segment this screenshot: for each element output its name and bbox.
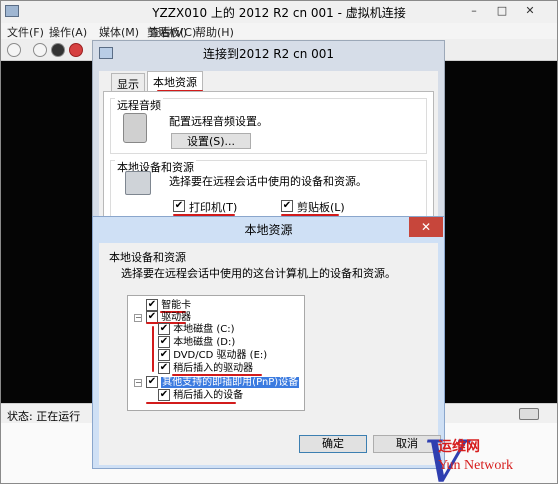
close-button[interactable]: ✕ bbox=[519, 3, 541, 19]
clipboard-checkbox[interactable]: ✔ bbox=[281, 200, 293, 212]
printer-checkbox[interactable]: ✔ bbox=[173, 200, 185, 212]
keyboard-icon bbox=[519, 408, 539, 420]
tab-local-resources[interactable]: 本地资源 bbox=[147, 71, 203, 92]
devices-description: 选择要在远程会话中使用的设备和资源。 bbox=[169, 175, 367, 188]
maximize-button[interactable]: □ bbox=[491, 3, 513, 19]
ctrl-alt-del-icon[interactable] bbox=[7, 43, 21, 57]
dialog-body: 本地设备和资源 选择要在远程会话中使用的这台计算机上的设备和资源。 ✔ 智能卡 … bbox=[99, 243, 441, 465]
tab-display[interactable]: 显示 bbox=[111, 73, 145, 91]
audio-settings-button[interactable]: 设置(S)... bbox=[171, 133, 251, 149]
tree-item-later-drives[interactable]: ✔ 稍后插入的驱动器 bbox=[158, 362, 253, 374]
tree-item-disk-c[interactable]: ✔ 本地磁盘 (C:) bbox=[158, 323, 235, 335]
disk-d-checkbox[interactable]: ✔ bbox=[158, 336, 170, 348]
remote-connection-dialog: 连接到2012 R2 cn 001 显示 本地资源 远程音频 配置远程音频设置。… bbox=[92, 40, 445, 225]
vm-title-bar: YZZX010 上的 2012 R2 cn 001 - 虚拟机连接 – □ ✕ bbox=[1, 1, 557, 23]
start-icon[interactable] bbox=[33, 43, 47, 57]
later-drives-checkbox[interactable]: ✔ bbox=[158, 362, 170, 374]
clipboard-label: 剪贴板(L) bbox=[297, 201, 345, 214]
menu-media[interactable]: 媒体(M) bbox=[99, 24, 139, 40]
tree-item-smartcard[interactable]: ✔ 智能卡 bbox=[146, 299, 191, 311]
menu-bar: 文件(F) 操作(A) 媒体(M) 剪贴板(C) 查看(V) 帮助(H) bbox=[1, 23, 557, 39]
local-resources-dialog: 本地资源 ✕ 本地设备和资源 选择要在远程会话中使用的这台计算机上的设备和资源。… bbox=[92, 216, 445, 469]
menu-view[interactable]: 查看(V) bbox=[149, 24, 187, 40]
disk-c-checkbox[interactable]: ✔ bbox=[158, 323, 170, 335]
annotation-bracket bbox=[152, 326, 154, 372]
audio-heading: 远程音频 bbox=[115, 97, 163, 113]
minimize-button[interactable]: – bbox=[463, 3, 485, 19]
collapse-icon[interactable]: − bbox=[134, 379, 142, 387]
smartcard-checkbox[interactable]: ✔ bbox=[146, 299, 158, 311]
tree-label: 本地磁盘 (C:) bbox=[173, 324, 235, 335]
printer-icon bbox=[125, 171, 151, 195]
tree-label: 其他支持的即插即用(PnP)设备 bbox=[161, 377, 300, 388]
dialog-title: 连接到2012 R2 cn 001 bbox=[202, 47, 335, 61]
close-icon[interactable]: ✕ bbox=[409, 217, 443, 237]
speaker-icon bbox=[123, 113, 147, 143]
devices-heading: 本地设备和资源 bbox=[109, 251, 186, 264]
tree-item-dvd-e[interactable]: ✔ DVD/CD 驱动器 (E:) bbox=[158, 349, 267, 361]
dvd-e-checkbox[interactable]: ✔ bbox=[158, 349, 170, 361]
later-devices-checkbox[interactable]: ✔ bbox=[158, 389, 170, 401]
tree-label: 本地磁盘 (D:) bbox=[173, 337, 236, 348]
tree-item-pnp-devices[interactable]: ✔ 其他支持的即插即用(PnP)设备 bbox=[146, 376, 300, 388]
watermark-cn: 运维网 bbox=[438, 439, 480, 455]
dialog-title-bar: 连接到2012 R2 cn 001 bbox=[93, 41, 444, 67]
collapse-icon[interactable]: − bbox=[134, 314, 142, 322]
watermark-en: Yun Network bbox=[438, 458, 514, 473]
devices-description: 选择要在远程会话中使用的这台计算机上的设备和资源。 bbox=[121, 267, 396, 280]
audio-group: 远程音频 配置远程音频设置。 设置(S)... bbox=[110, 97, 427, 154]
dialog-title-bar: 本地资源 ✕ bbox=[93, 217, 444, 241]
dialog-title: 本地资源 bbox=[244, 223, 293, 237]
pnp-checkbox[interactable]: ✔ bbox=[146, 376, 158, 388]
tree-label: DVD/CD 驱动器 (E:) bbox=[173, 350, 268, 361]
tree-item-disk-d[interactable]: ✔ 本地磁盘 (D:) bbox=[158, 336, 235, 348]
devices-group: 本地设备和资源 选择要在远程会话中使用的设备和资源。 ✔ 打印机(T) ✔ 剪贴… bbox=[110, 159, 427, 220]
tree-item-later-devices[interactable]: ✔ 稍后插入的设备 bbox=[158, 389, 243, 401]
watermark-logo: V 运维网 Yun Network bbox=[418, 428, 558, 496]
tree-label: 稍后插入的设备 bbox=[173, 390, 244, 401]
ok-button[interactable]: 确定 bbox=[299, 435, 367, 453]
menu-help[interactable]: 帮助(H) bbox=[195, 24, 234, 40]
audio-description: 配置远程音频设置。 bbox=[169, 115, 268, 128]
status-text: 状态: 正在运行 bbox=[7, 410, 81, 423]
tree-label: 稍后插入的驱动器 bbox=[173, 363, 254, 374]
tree-label: 智能卡 bbox=[161, 300, 192, 311]
menu-file[interactable]: 文件(F) bbox=[7, 24, 44, 40]
dialog-body: 显示 本地资源 远程音频 配置远程音频设置。 设置(S)... 本地设备和资源 … bbox=[99, 71, 438, 224]
shutdown-icon[interactable] bbox=[69, 43, 83, 57]
turn-off-icon[interactable] bbox=[51, 43, 65, 57]
annotation-underline bbox=[146, 402, 236, 404]
menu-action[interactable]: 操作(A) bbox=[49, 24, 87, 40]
device-tree: ✔ 智能卡 − ✔ 驱动器 ✔ 本地磁盘 (C:) ✔ 本地磁盘 (D:) ✔ … bbox=[127, 295, 305, 411]
local-resources-panel: 远程音频 配置远程音频设置。 设置(S)... 本地设备和资源 选择要在远程会话… bbox=[103, 91, 434, 223]
printer-label: 打印机(T) bbox=[189, 201, 238, 214]
